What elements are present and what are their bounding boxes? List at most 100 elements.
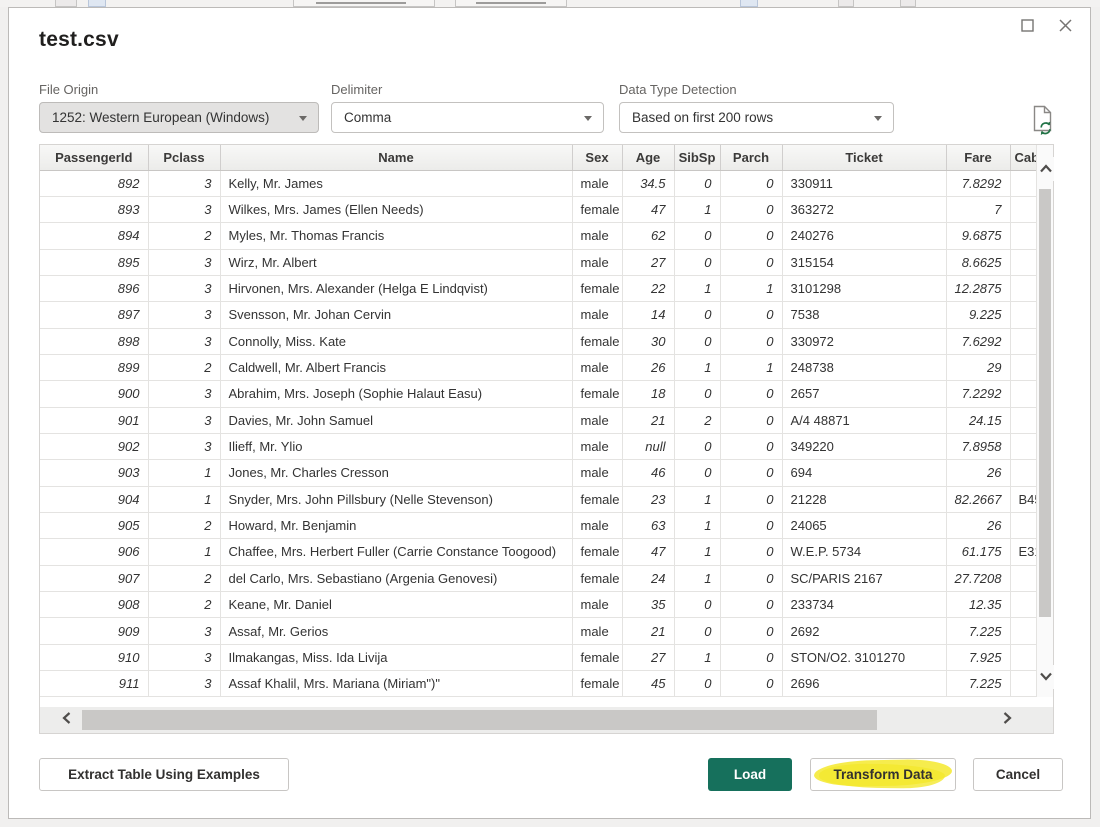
maximize-icon bbox=[1021, 19, 1034, 32]
table-cell bbox=[1010, 275, 1036, 301]
table-row: 8983Connolly, Miss. Katefemale3000330972… bbox=[40, 328, 1036, 354]
table-cell: 24 bbox=[622, 565, 674, 591]
table-cell: A/4 48871 bbox=[782, 407, 946, 433]
table-cell: Jones, Mr. Charles Cresson bbox=[220, 460, 572, 486]
horizontal-scrollbar[interactable] bbox=[40, 707, 1053, 733]
scroll-right-button[interactable] bbox=[993, 707, 1021, 733]
table-cell: female bbox=[572, 644, 622, 670]
table-cell: 24.15 bbox=[946, 407, 1010, 433]
vertical-scrollbar-thumb[interactable] bbox=[1039, 189, 1051, 617]
horizontal-scrollbar-thumb[interactable] bbox=[82, 710, 877, 730]
table-cell: 0 bbox=[674, 381, 720, 407]
table-cell: 24065 bbox=[782, 512, 946, 538]
table-cell: male bbox=[572, 302, 622, 328]
table-cell: 21228 bbox=[782, 486, 946, 512]
table-cell: Snyder, Mrs. John Pillsbury (Nelle Steve… bbox=[220, 486, 572, 512]
table-cell bbox=[1010, 512, 1036, 538]
column-header-passengerid[interactable]: PassengerId bbox=[40, 145, 148, 170]
table-cell: 3 bbox=[148, 249, 220, 275]
table-cell: 7.8292 bbox=[946, 170, 1010, 196]
table-cell: 0 bbox=[720, 671, 782, 697]
table-cell: Connolly, Miss. Kate bbox=[220, 328, 572, 354]
table-cell bbox=[1010, 618, 1036, 644]
load-button[interactable]: Load bbox=[708, 758, 792, 791]
table-cell: 0 bbox=[720, 512, 782, 538]
page-title: test.csv bbox=[39, 28, 119, 52]
table-row: 9052Howard, Mr. Benjaminmale63102406526 bbox=[40, 512, 1036, 538]
column-header-age[interactable]: Age bbox=[622, 145, 674, 170]
vertical-scrollbar[interactable] bbox=[1036, 145, 1053, 697]
table-row: 9093Assaf, Mr. Geriosmale210026927.225 bbox=[40, 618, 1036, 644]
chevron-right-icon bbox=[1003, 711, 1012, 730]
table-cell: 1 bbox=[148, 460, 220, 486]
table-cell: 893 bbox=[40, 196, 148, 222]
table-cell: 902 bbox=[40, 433, 148, 459]
data-type-detection-select[interactable]: Based on first 200 rows bbox=[619, 102, 894, 133]
table-cell: 906 bbox=[40, 539, 148, 565]
table-cell: 1 bbox=[720, 275, 782, 301]
table-row: 9003Abrahim, Mrs. Joseph (Sophie Halaut … bbox=[40, 381, 1036, 407]
table-cell: 0 bbox=[674, 618, 720, 644]
close-icon bbox=[1058, 18, 1073, 33]
extract-table-using-examples-button[interactable]: Extract Table Using Examples bbox=[39, 758, 289, 791]
table-cell: 7538 bbox=[782, 302, 946, 328]
table-cell: 3 bbox=[148, 196, 220, 222]
table-cell: Howard, Mr. Benjamin bbox=[220, 512, 572, 538]
transform-data-button[interactable]: Transform Data bbox=[810, 758, 956, 791]
table-cell: 7.6292 bbox=[946, 328, 1010, 354]
column-header-parch[interactable]: Parch bbox=[720, 145, 782, 170]
file-origin-value: 1252: Western European (Windows) bbox=[52, 110, 269, 125]
background-window-edge bbox=[0, 0, 1100, 7]
close-button[interactable] bbox=[1054, 14, 1076, 36]
table-cell: Assaf Khalil, Mrs. Mariana (Miriam")" bbox=[220, 671, 572, 697]
data-type-detection-label: Data Type Detection bbox=[619, 82, 737, 97]
delimiter-select[interactable]: Comma bbox=[331, 102, 604, 133]
table-cell: 0 bbox=[720, 565, 782, 591]
table-cell: 9.225 bbox=[946, 302, 1010, 328]
table-cell: 894 bbox=[40, 223, 148, 249]
background-fragment bbox=[900, 0, 916, 7]
table-cell: 1 bbox=[720, 354, 782, 380]
column-header-cabin[interactable]: Cabin bbox=[1010, 145, 1036, 170]
table-cell: 0 bbox=[720, 249, 782, 275]
scroll-left-button[interactable] bbox=[52, 707, 80, 733]
scroll-up-button[interactable] bbox=[1037, 157, 1054, 181]
table-cell: 0 bbox=[720, 592, 782, 618]
maximize-button[interactable] bbox=[1016, 14, 1038, 36]
column-header-fare[interactable]: Fare bbox=[946, 145, 1010, 170]
column-header-ticket[interactable]: Ticket bbox=[782, 145, 946, 170]
table-row: 8992Caldwell, Mr. Albert Francismale2611… bbox=[40, 354, 1036, 380]
table-cell: female bbox=[572, 539, 622, 565]
table-cell: 0 bbox=[720, 618, 782, 644]
csv-import-dialog: test.csv File Origin 1252: Western Europ… bbox=[8, 7, 1091, 819]
background-fragment bbox=[740, 0, 758, 7]
refresh-preview-icon[interactable] bbox=[1031, 105, 1055, 135]
column-header-sibsp[interactable]: SibSp bbox=[674, 145, 720, 170]
cancel-button[interactable]: Cancel bbox=[973, 758, 1063, 791]
table-cell: 2692 bbox=[782, 618, 946, 644]
table-cell bbox=[1010, 565, 1036, 591]
table-cell: male bbox=[572, 512, 622, 538]
scroll-down-button[interactable] bbox=[1037, 665, 1054, 689]
table-cell: 3101298 bbox=[782, 275, 946, 301]
table-cell: male bbox=[572, 249, 622, 275]
table-cell: STON/O2. 3101270 bbox=[782, 644, 946, 670]
table-cell bbox=[1010, 196, 1036, 222]
chevron-left-icon bbox=[62, 711, 71, 730]
table-row: 9072del Carlo, Mrs. Sebastiano (Argenia … bbox=[40, 565, 1036, 591]
table-cell: female bbox=[572, 671, 622, 697]
column-header-name[interactable]: Name bbox=[220, 145, 572, 170]
table-cell: female bbox=[572, 565, 622, 591]
table-cell: 1 bbox=[148, 539, 220, 565]
table-cell: 0 bbox=[720, 407, 782, 433]
table-cell: SC/PARIS 2167 bbox=[782, 565, 946, 591]
table-cell: 23 bbox=[622, 486, 674, 512]
file-origin-select[interactable]: 1252: Western European (Windows) bbox=[39, 102, 319, 133]
table-cell: 1 bbox=[674, 196, 720, 222]
chevron-down-icon bbox=[299, 116, 307, 121]
table-cell: 3 bbox=[148, 381, 220, 407]
table-cell: Wirz, Mr. Albert bbox=[220, 249, 572, 275]
column-header-pclass[interactable]: Pclass bbox=[148, 145, 220, 170]
table-cell: Davies, Mr. John Samuel bbox=[220, 407, 572, 433]
column-header-sex[interactable]: Sex bbox=[572, 145, 622, 170]
